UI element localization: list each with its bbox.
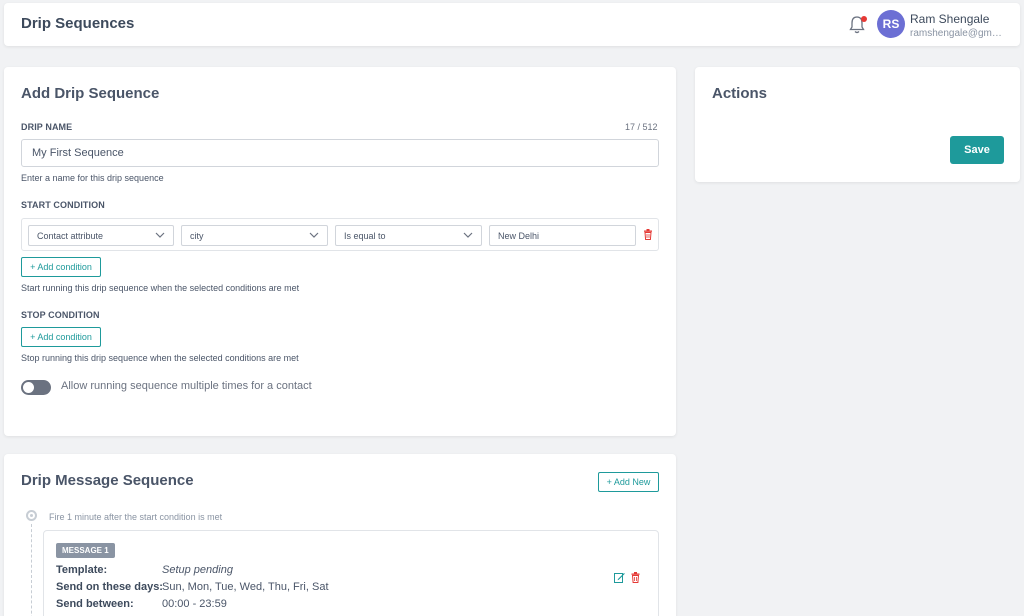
between-value: 00:00 - 23:59 bbox=[162, 598, 227, 610]
multiple-runs-label: Allow running sequence multiple times fo… bbox=[61, 380, 312, 392]
user-name[interactable]: Ram Shengale bbox=[910, 12, 989, 26]
page-title: Drip Sequences bbox=[21, 15, 135, 32]
add-drip-sequence-card: Add Drip Sequence DRIP NAME 17 / 512 Ent… bbox=[4, 67, 676, 436]
chevron-down-icon bbox=[309, 232, 319, 238]
edit-icon[interactable] bbox=[614, 572, 625, 583]
template-key: Template: bbox=[56, 564, 108, 576]
days-key: Send on these days: bbox=[56, 581, 163, 593]
add-new-button[interactable]: + Add New bbox=[598, 472, 659, 492]
card-title: Drip Message Sequence bbox=[21, 472, 194, 489]
operator-select[interactable]: Is equal to bbox=[335, 225, 482, 246]
drip-name-label: DRIP NAME bbox=[21, 122, 73, 132]
message-card: MESSAGE 1 Template: Setup pending Send o… bbox=[43, 530, 659, 616]
select-value: Contact attribute bbox=[37, 230, 104, 241]
trash-icon[interactable] bbox=[630, 572, 641, 583]
input-value: New Delhi bbox=[498, 230, 540, 241]
toggle-knob bbox=[23, 382, 34, 393]
select-value: city bbox=[190, 230, 204, 241]
condition-value-input[interactable]: New Delhi bbox=[489, 225, 636, 246]
start-condition-row: Contact attribute city Is equal to New D… bbox=[21, 218, 659, 251]
add-start-condition-button[interactable]: + Add condition bbox=[21, 257, 101, 277]
add-stop-condition-button[interactable]: + Add condition bbox=[21, 327, 101, 347]
message-badge: MESSAGE 1 bbox=[56, 543, 115, 558]
actions-card: Actions Save bbox=[695, 67, 1020, 182]
card-title: Add Drip Sequence bbox=[21, 85, 160, 102]
attribute-select[interactable]: city bbox=[181, 225, 328, 246]
between-key: Send between: bbox=[56, 598, 134, 610]
save-button[interactable]: Save bbox=[950, 136, 1004, 164]
select-value: Is equal to bbox=[344, 230, 386, 241]
trash-icon[interactable] bbox=[643, 229, 653, 240]
stop-condition-hint: Stop running this drip sequence when the… bbox=[21, 353, 299, 363]
drip-message-sequence-card: Drip Message Sequence + Add New Fire 1 m… bbox=[4, 454, 676, 616]
chevron-down-icon bbox=[463, 232, 473, 238]
attribute-type-select[interactable]: Contact attribute bbox=[28, 225, 174, 246]
chevron-down-icon bbox=[155, 232, 165, 238]
stop-condition-label: STOP CONDITION bbox=[21, 310, 100, 320]
drip-name-input[interactable] bbox=[21, 139, 659, 167]
start-condition-hint: Start running this drip sequence when th… bbox=[21, 283, 300, 293]
card-title: Actions bbox=[712, 85, 768, 102]
notification-dot bbox=[861, 16, 867, 22]
timeline-line bbox=[31, 524, 32, 616]
char-counter: 17 / 512 bbox=[625, 122, 658, 132]
days-value: Sun, Mon, Tue, Wed, Thu, Fri, Sat bbox=[162, 581, 329, 593]
template-value: Setup pending bbox=[162, 564, 233, 576]
start-condition-label: START CONDITION bbox=[21, 200, 105, 210]
fire-delay-text: Fire 1 minute after the start condition … bbox=[49, 512, 223, 522]
top-header: Drip Sequences RS Ram Shengale ramshenga… bbox=[4, 3, 1020, 46]
user-email: ramshengale@gma... bbox=[910, 28, 1005, 39]
multiple-runs-toggle[interactable] bbox=[21, 380, 51, 395]
avatar[interactable]: RS bbox=[877, 10, 905, 38]
timeline-node bbox=[26, 510, 37, 521]
drip-name-hint: Enter a name for this drip sequence bbox=[21, 173, 164, 183]
